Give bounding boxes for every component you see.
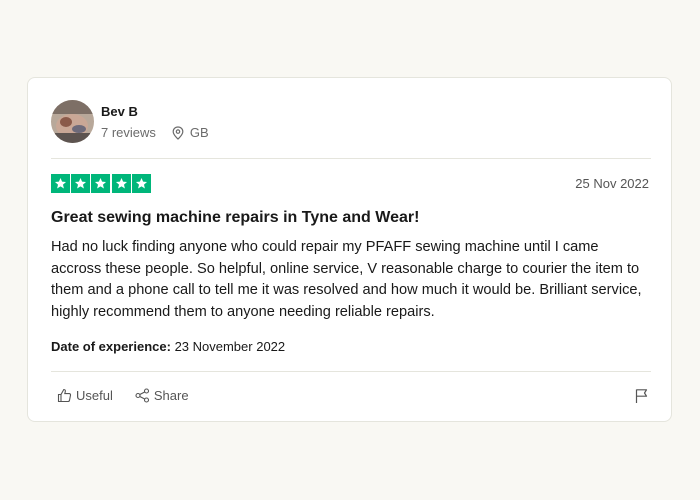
star-icon <box>111 174 131 193</box>
header-divider <box>51 158 651 159</box>
review-card: Bev B 7 reviews GB 25 Nov 2022 Great sew… <box>27 77 672 422</box>
review-body: Had no luck finding anyone who could rep… <box>51 239 642 320</box>
reviewer-country: GB <box>189 125 209 140</box>
useful-label: Useful <box>76 388 113 403</box>
star-icon <box>71 174 91 193</box>
share-icon <box>135 388 149 403</box>
reviewer-name[interactable]: Bev B <box>101 104 138 119</box>
experience-label: Date of experience: <box>51 339 171 354</box>
reviewer-meta: 7 reviews GB <box>101 125 209 140</box>
footer-divider <box>51 371 651 372</box>
flag-icon <box>635 389 648 403</box>
reviewer-review-count: 7 reviews <box>101 125 156 140</box>
share-button[interactable]: Share <box>135 388 189 403</box>
experience-date: 23 November 2022 <box>174 339 286 354</box>
star-rating <box>51 174 152 193</box>
useful-button[interactable]: Useful <box>57 388 113 403</box>
report-flag-button[interactable] <box>634 388 649 409</box>
reviewer-header: Bev B 7 reviews GB <box>51 100 651 144</box>
thumbs-up-icon <box>57 388 72 403</box>
star-icon <box>51 174 70 193</box>
location-pin-icon <box>172 125 184 140</box>
review-actions: Useful Share <box>57 388 211 403</box>
share-label: Share <box>153 388 189 403</box>
date-of-experience: Date of experience: 23 November 2022 <box>51 339 285 354</box>
star-icon <box>91 174 111 193</box>
review-date: 25 Nov 2022 <box>575 176 649 191</box>
star-icon <box>131 174 151 193</box>
review-title[interactable]: Great sewing machine repairs in Tyne and… <box>51 209 419 227</box>
avatar[interactable] <box>51 100 94 143</box>
